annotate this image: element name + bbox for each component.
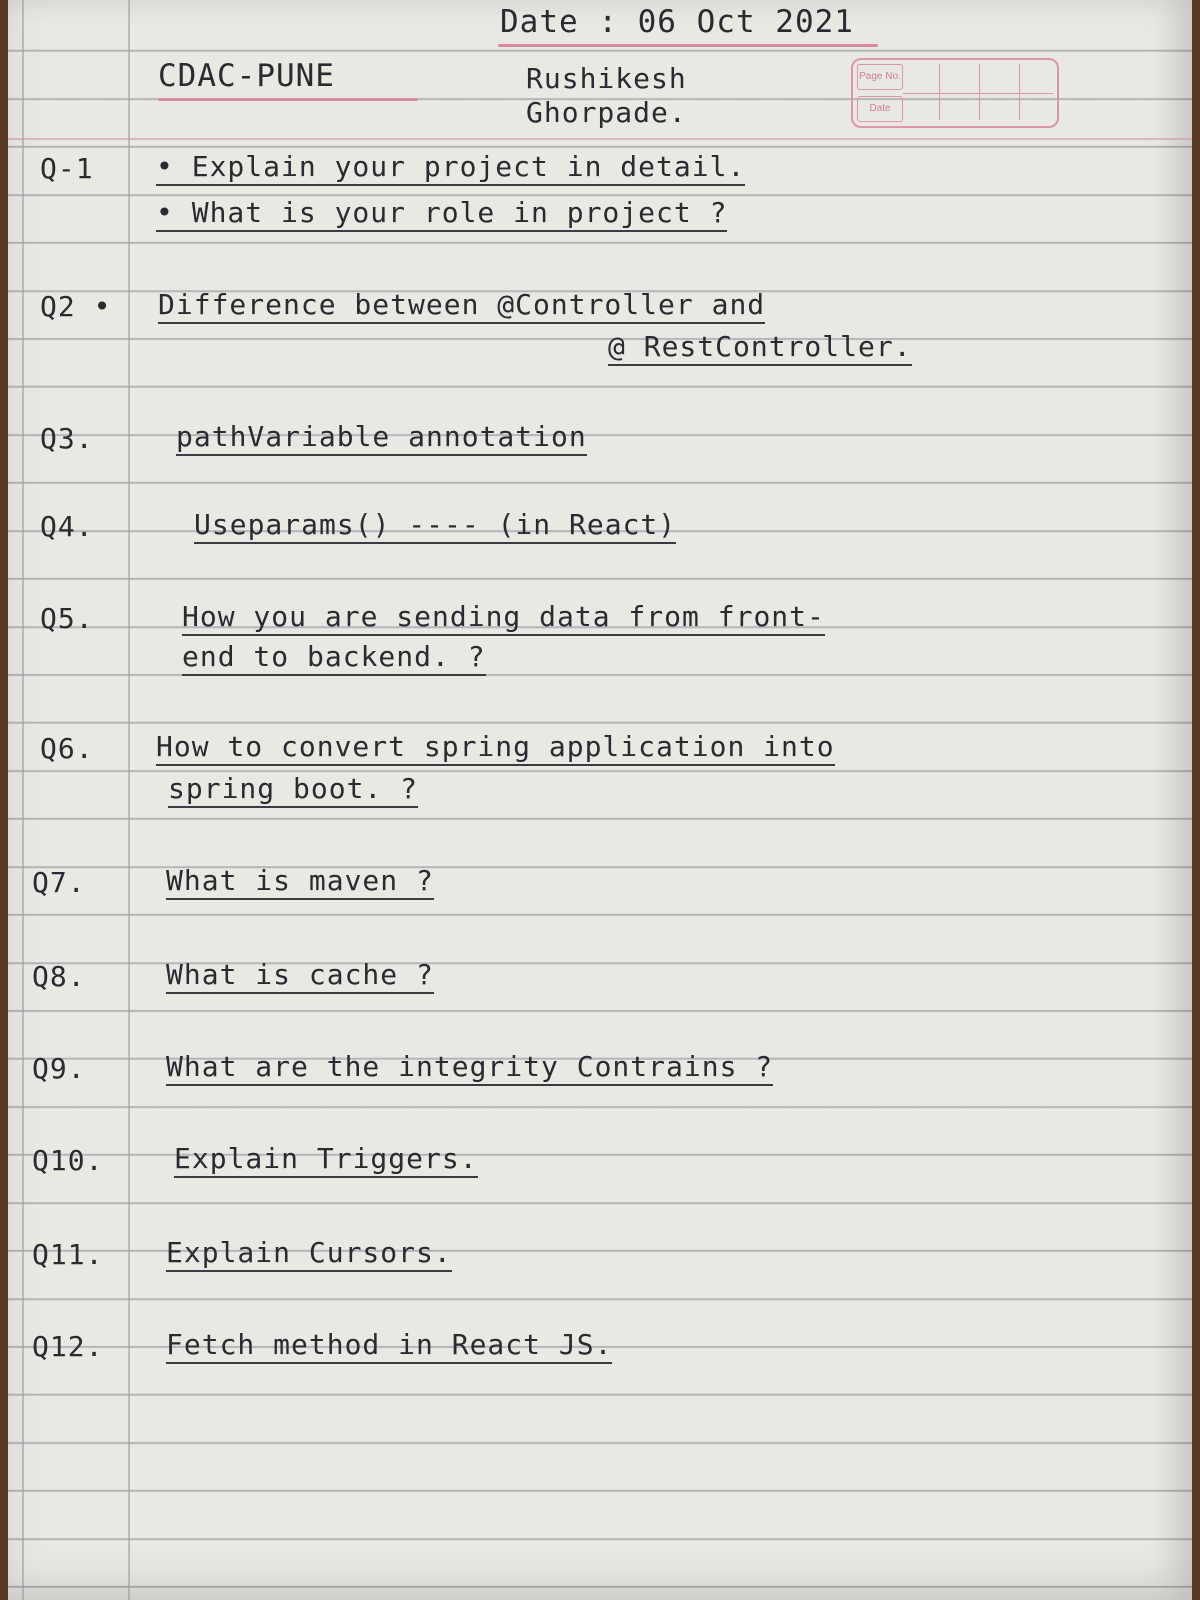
page-margin-line (22, 0, 24, 1600)
question-number: Q3. (40, 422, 94, 455)
question-text: How to convert spring application into (156, 730, 835, 766)
box-divider (903, 93, 1053, 94)
question-text: What are the integrity Contrains ? (166, 1050, 774, 1086)
date-underline (498, 44, 878, 47)
question-number: Q12. (32, 1330, 104, 1363)
question-number: Q-1 (40, 152, 94, 185)
question-text: Difference between @Controller and (158, 288, 766, 324)
page-info-box: Page No. Date (851, 58, 1059, 128)
question-text: pathVariable annotation (176, 420, 587, 456)
question-text: Explain Triggers. (174, 1142, 478, 1178)
question-text: @ RestController. (608, 330, 912, 366)
question-number: Q11. (32, 1238, 104, 1271)
page-no-cell: Page No. (857, 64, 903, 90)
box-divider (1019, 64, 1020, 120)
notebook-page: Date : 06 Oct 2021 CDAC-PUNE Rushikesh G… (8, 0, 1192, 1600)
author-first-name: Rushikesh (526, 62, 687, 95)
question-text: What is cache ? (166, 958, 434, 994)
question-margin-line (128, 0, 130, 1600)
author-last-name: Ghorpade. (526, 96, 687, 129)
date-cell: Date (857, 96, 903, 122)
question-text: • What is your role in project ? (156, 196, 728, 232)
question-number: Q9. (32, 1052, 86, 1085)
box-divider (939, 64, 940, 120)
question-number: Q6. (40, 732, 94, 765)
question-number: Q10. (32, 1144, 104, 1177)
box-divider (979, 64, 980, 120)
question-text: What is maven ? (166, 864, 434, 900)
date-label: Date : 06 Oct 2021 (500, 4, 854, 40)
question-number: Q2 • (40, 290, 112, 323)
question-text: • Explain your project in detail. (156, 150, 746, 186)
question-text: How you are sending data from front- (182, 600, 825, 636)
question-text: Explain Cursors. (166, 1236, 452, 1272)
question-number: Q8. (32, 960, 86, 993)
institute-underline (158, 98, 418, 101)
question-text: end to backend. ? (182, 640, 486, 676)
question-text: Useparams() ---- (in React) (194, 508, 677, 544)
question-text: Fetch method in React JS. (166, 1328, 613, 1364)
question-number: Q7. (32, 866, 86, 899)
question-number: Q5. (40, 602, 94, 635)
question-number: Q4. (40, 510, 94, 543)
question-text: spring boot. ? (168, 772, 419, 808)
institute-name: CDAC-PUNE (158, 58, 335, 94)
header-divider (8, 138, 1192, 140)
